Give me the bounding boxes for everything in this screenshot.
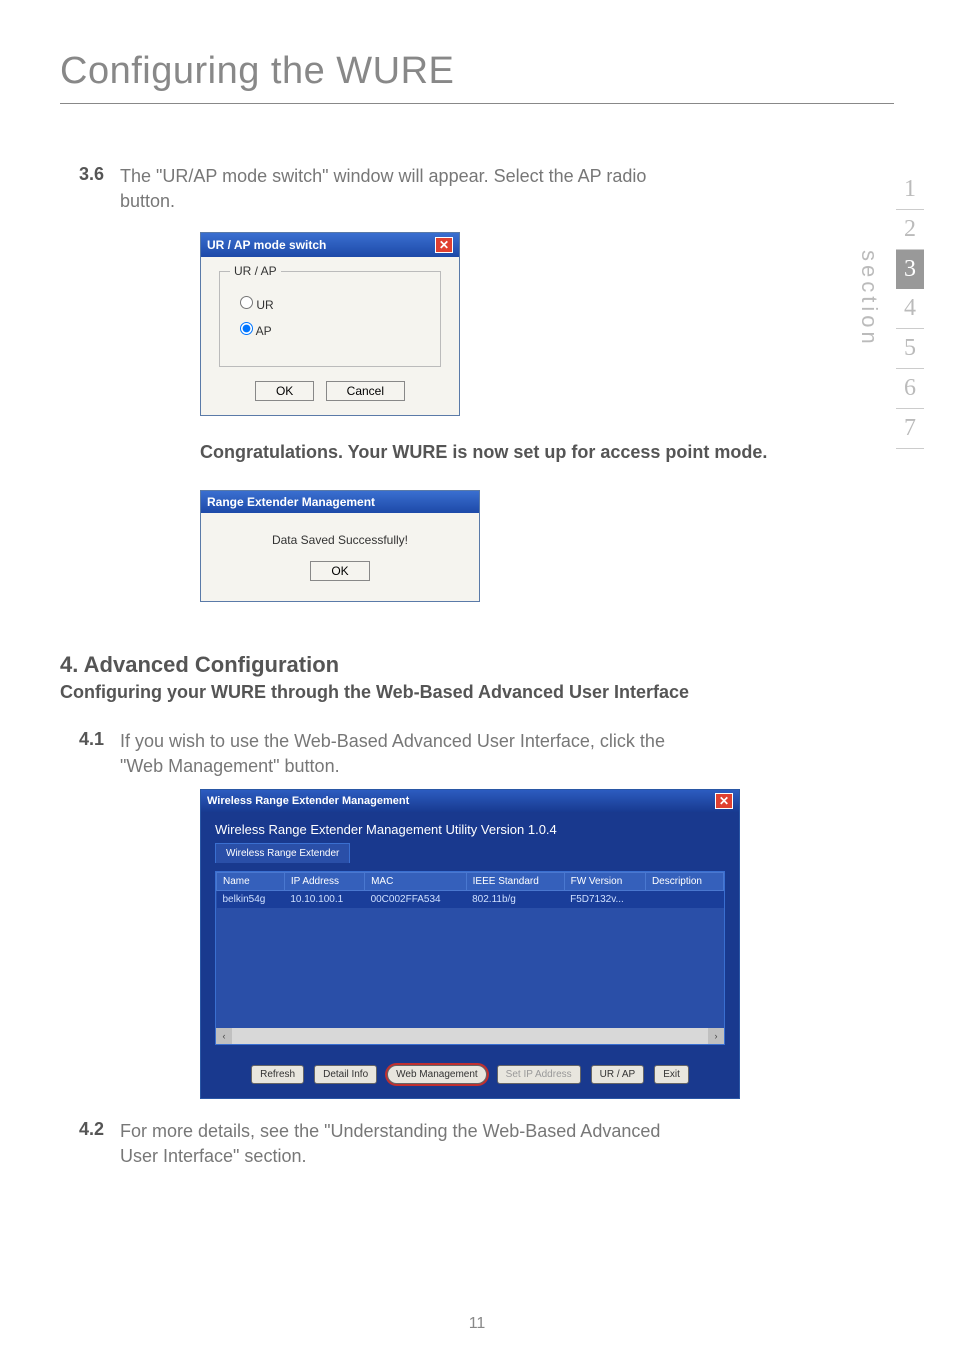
radio-ap-input[interactable] — [240, 322, 253, 335]
dialog-title-text: UR / AP mode switch — [207, 238, 326, 252]
mgmt-window: Wireless Range Extender Management ✕ Wir… — [200, 789, 740, 1099]
scroll-left-icon[interactable]: ‹ — [216, 1028, 232, 1044]
step-4-1: 4.1 If you wish to use the Web-Based Adv… — [60, 729, 894, 779]
success-message: Data Saved Successfully! — [231, 533, 449, 547]
cell-name: belkin54g — [217, 890, 285, 908]
page-title: Configuring the WURE — [60, 50, 894, 104]
mgmt-button-row: Refresh Detail Info Web Management Set I… — [201, 1055, 739, 1098]
urap-button[interactable]: UR / AP — [591, 1065, 645, 1084]
refresh-button[interactable]: Refresh — [251, 1065, 304, 1084]
mgmt-title-text: Wireless Range Extender Management — [207, 795, 409, 807]
step-number: 4.1 — [60, 729, 120, 779]
table-empty-area — [216, 908, 724, 1028]
success-dialog: Range Extender Management Data Saved Suc… — [200, 490, 480, 602]
sidenav-item-5[interactable]: 5 — [896, 329, 924, 369]
congrats-text: Congratulations. Your WURE is now set up… — [200, 440, 840, 465]
radio-ur-label: UR — [256, 298, 273, 312]
section-vertical-label: section — [856, 250, 882, 348]
cell-ieee: 802.11b/g — [466, 890, 564, 908]
step-text: If you wish to use the Web-Based Advance… — [120, 729, 680, 779]
mgmt-subtitle: Wireless Range Extender Management Utili… — [201, 812, 739, 841]
cell-ip: 10.10.100.1 — [284, 890, 364, 908]
cell-mac: 00C002FFA534 — [365, 890, 467, 908]
radio-ur[interactable]: UR — [240, 296, 410, 312]
urap-groupbox: UR / AP UR AP — [219, 271, 441, 367]
detail-info-button[interactable]: Detail Info — [314, 1065, 377, 1084]
page-number: 11 — [0, 1315, 954, 1333]
exit-button[interactable]: Exit — [654, 1065, 689, 1084]
radio-ap-label: AP — [256, 324, 272, 338]
cell-fw: F5D7132v... — [564, 890, 645, 908]
close-icon[interactable]: ✕ — [715, 793, 733, 809]
close-icon[interactable]: ✕ — [435, 237, 453, 253]
step-text: For more details, see the "Understanding… — [120, 1119, 680, 1169]
sidenav-item-3[interactable]: 3 — [896, 250, 924, 289]
cell-desc — [645, 890, 723, 908]
sidenav-item-1[interactable]: 1 — [896, 170, 924, 210]
cancel-button[interactable]: Cancel — [326, 381, 405, 401]
web-management-button[interactable]: Web Management — [387, 1065, 487, 1084]
step-number: 4.2 — [60, 1119, 120, 1169]
sidenav-item-4[interactable]: 4 — [896, 289, 924, 329]
section-4-heading: 4. Advanced Configuration — [60, 652, 894, 678]
urap-dialog: UR / AP mode switch ✕ UR / AP UR AP OK C… — [200, 232, 460, 416]
table-row[interactable]: belkin54g 10.10.100.1 00C002FFA534 802.1… — [217, 890, 724, 908]
step-text: The "UR/AP mode switch" window will appe… — [120, 164, 680, 214]
sidenav-item-2[interactable]: 2 — [896, 210, 924, 250]
col-mac[interactable]: MAC — [365, 872, 467, 890]
dialog-title-bar: Range Extender Management — [201, 491, 479, 513]
groupbox-legend: UR / AP — [230, 264, 281, 278]
side-section-nav: 1 2 3 4 5 6 7 — [896, 170, 924, 449]
col-fw[interactable]: FW Version — [564, 872, 645, 890]
col-ip[interactable]: IP Address — [284, 872, 364, 890]
step-4-2: 4.2 For more details, see the "Understan… — [60, 1119, 894, 1169]
dialog-title-bar: UR / AP mode switch ✕ — [201, 233, 459, 257]
scroll-right-icon[interactable]: › — [708, 1028, 724, 1044]
radio-ur-input[interactable] — [240, 296, 253, 309]
section-4-subheading: Configuring your WURE through the Web-Ba… — [60, 682, 894, 703]
set-ip-button[interactable]: Set IP Address — [497, 1065, 581, 1084]
radio-ap[interactable]: AP — [240, 322, 410, 338]
col-desc[interactable]: Description — [645, 872, 723, 890]
dialog-title-text: Range Extender Management — [207, 495, 375, 509]
ok-button[interactable]: OK — [255, 381, 314, 401]
mgmt-title-bar: Wireless Range Extender Management ✕ — [201, 790, 739, 812]
device-table: Name IP Address MAC IEEE Standard FW Ver… — [216, 872, 724, 908]
table-header-row: Name IP Address MAC IEEE Standard FW Ver… — [217, 872, 724, 890]
horizontal-scrollbar[interactable]: ‹ › — [216, 1028, 724, 1044]
col-ieee[interactable]: IEEE Standard — [466, 872, 564, 890]
sidenav-item-6[interactable]: 6 — [896, 369, 924, 409]
mgmt-tab[interactable]: Wireless Range Extender — [215, 843, 350, 863]
step-number: 3.6 — [60, 164, 120, 214]
sidenav-item-7[interactable]: 7 — [896, 409, 924, 449]
mgmt-table-panel: Name IP Address MAC IEEE Standard FW Ver… — [215, 871, 725, 1045]
ok-button[interactable]: OK — [310, 561, 369, 581]
step-3-6: 3.6 The "UR/AP mode switch" window will … — [60, 164, 894, 214]
col-name[interactable]: Name — [217, 872, 285, 890]
